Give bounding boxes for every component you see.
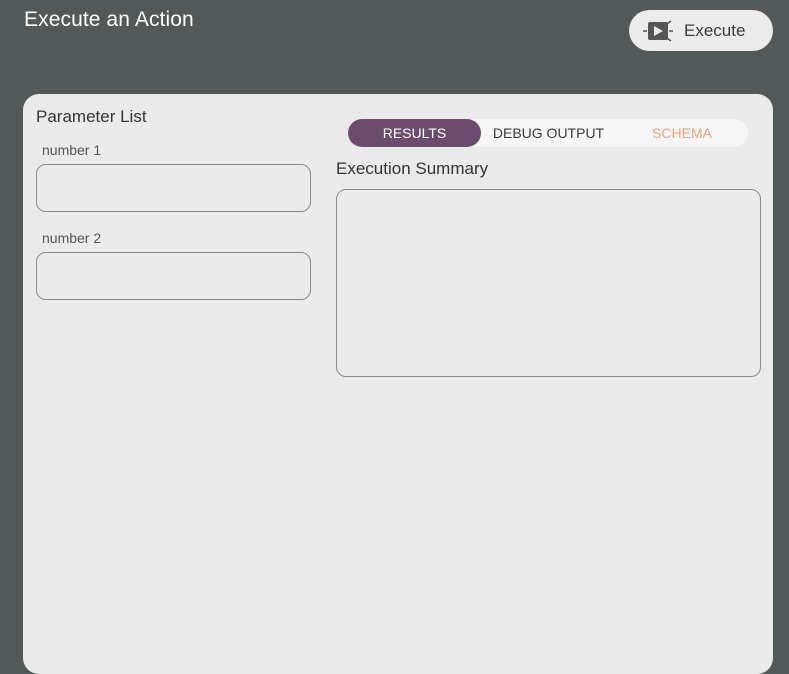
parameter-list-title: Parameter List	[36, 107, 147, 126]
tab-debug-output[interactable]: DEBUG OUTPUT	[481, 119, 616, 147]
main-panel: Parameter List number 1 number 2 RESULTS…	[23, 94, 773, 674]
page-title: Execute an Action	[24, 8, 194, 31]
execution-summary-box	[336, 189, 761, 377]
tab-schema[interactable]: SCHEMA	[616, 119, 748, 147]
result-tabs: RESULTS DEBUG OUTPUT SCHEMA	[348, 119, 748, 147]
execution-summary-title: Execution Summary	[336, 159, 489, 178]
execute-button-label: Execute	[684, 20, 746, 40]
number-2-input[interactable]	[36, 252, 311, 300]
execute-button[interactable]: Execute	[629, 10, 773, 51]
tab-results[interactable]: RESULTS	[348, 119, 481, 147]
param-label-number-2: number 2	[42, 230, 102, 246]
play-script-icon	[643, 19, 673, 43]
param-label-number-1: number 1	[42, 142, 102, 158]
number-1-input[interactable]	[36, 164, 311, 212]
